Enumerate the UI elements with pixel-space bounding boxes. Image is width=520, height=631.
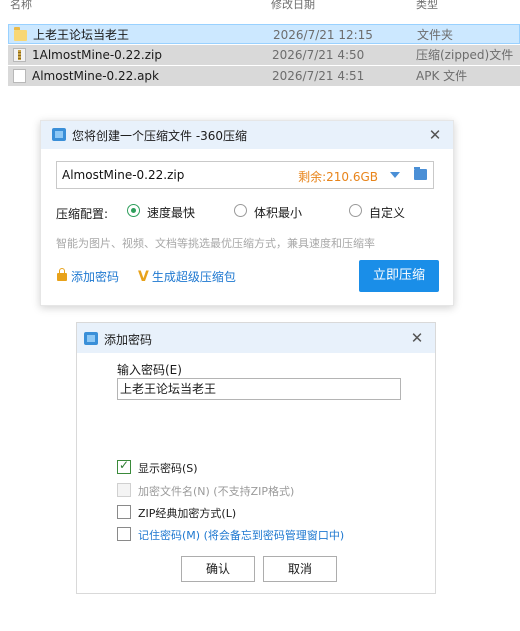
checkbox[interactable] [117,505,131,519]
password-input-label: 输入密码(E) [117,363,182,377]
file-type: APK 文件 [416,69,468,83]
compress-now-button[interactable]: 立即压缩 [359,260,439,292]
radio-label: 速度最快 [147,206,196,220]
compress-hint: 智能为图片、视频、文档等挑选最优压缩方式，兼具速度和压缩率 [56,237,375,250]
file-date: 2026/7/21 4:51 [272,69,365,83]
file-row-folder[interactable]: 上老王论坛当老王 2026/7/21 12:15 文件夹 [8,24,520,44]
archive-name-field[interactable]: AlmostMine-0.22.zip 剩余:210.6GB [56,161,434,189]
radio-label: 自定义 [369,206,406,220]
360-compress-app-icon [52,128,66,141]
compress-dialog: 您将创建一个压缩文件 -360压缩 ✕ AlmostMine-0.22.zip … [40,120,454,306]
checkbox[interactable] [117,458,131,474]
file-row-apk[interactable]: AlmostMine-0.22.apk 2026/7/21 4:51 APK 文… [8,66,520,86]
file-date: 2026/7/21 4:50 [272,48,365,62]
360-compress-app-icon [84,332,98,345]
column-date[interactable]: 修改日期 [271,0,315,12]
browse-folder-icon[interactable] [414,167,427,180]
checkbox-label: 记住密码(M) (将会备忘到密码管理窗口中) [138,529,345,542]
file-type: 文件夹 [417,28,454,42]
column-header: 名称 修改日期 类型 [0,0,520,12]
super-package-label: 生成超级压缩包 [151,270,236,284]
radio-label: 体积最小 [254,206,303,220]
dialog-title: 添加密码 [104,333,153,347]
apk-icon [13,69,26,83]
add-password-link[interactable]: 添加密码 [57,268,119,285]
radio-button[interactable] [127,204,140,217]
dialog-title: 您将创建一个压缩文件 -360压缩 [72,129,248,143]
file-row-zip[interactable]: 1AlmostMine-0.22.zip 2026/7/21 4:50 压缩(z… [8,45,520,65]
checkbox-label: 显示密码(S) [138,462,198,475]
checkbox[interactable] [117,527,131,541]
column-type[interactable]: 类型 [416,0,438,12]
password-dialog: 添加密码 ✕ 输入密码(E) 上老王论坛当老王 显示密码(S) 加密文件名(N)… [76,322,436,594]
super-package-link[interactable]: V 生成超级压缩包 [138,268,236,285]
close-icon[interactable]: ✕ [425,125,445,145]
radio-button[interactable] [234,204,247,217]
v-badge-icon: V [138,269,149,285]
file-type: 压缩(zipped)文件 [416,48,514,62]
column-name[interactable]: 名称 [10,0,32,12]
chevron-down-icon[interactable] [390,172,400,178]
close-icon[interactable]: ✕ [407,328,427,348]
file-name: 上老王论坛当老王 [33,28,130,42]
checkbox-label: 加密文件名(N) (不支持ZIP格式) [138,485,295,498]
dialog-titlebar[interactable]: 您将创建一个压缩文件 -360压缩 ✕ [41,121,453,149]
free-space-label: 剩余:210.6GB [298,170,378,184]
archive-name-value: AlmostMine-0.22.zip [62,168,185,182]
add-password-label: 添加密码 [71,270,120,284]
config-label: 压缩配置: [56,207,109,221]
file-list: 名称 修改日期 类型 上老王论坛当老王 2026/7/21 12:15 文件夹 … [0,0,520,90]
checkbox [117,483,131,497]
cancel-button[interactable]: 取消 [263,556,337,582]
zip-icon [13,48,26,62]
dialog-titlebar[interactable]: 添加密码 ✕ [77,323,435,353]
file-name: AlmostMine-0.22.apk [32,69,159,83]
file-date: 2026/7/21 12:15 [273,28,373,42]
folder-icon [14,27,27,41]
file-name: 1AlmostMine-0.22.zip [32,48,162,62]
checkbox-label: ZIP经典加密方式(L) [138,507,237,520]
ok-button[interactable]: 确认 [181,556,255,582]
radio-button[interactable] [349,204,362,217]
password-input[interactable]: 上老王论坛当老王 [117,378,401,400]
lock-icon [57,268,67,281]
